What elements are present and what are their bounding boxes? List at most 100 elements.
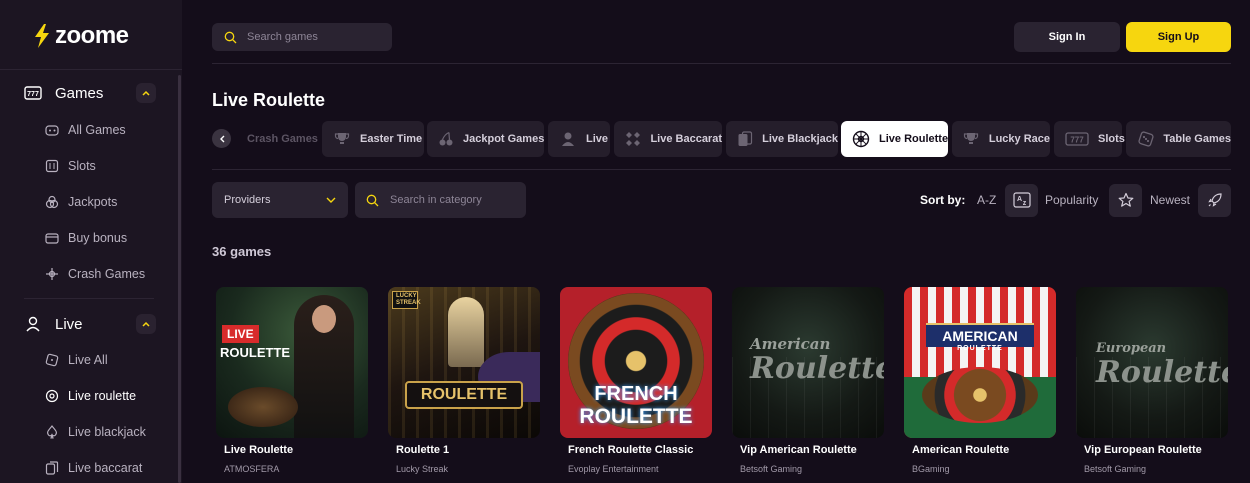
sidebar-section-live[interactable]: Live bbox=[24, 310, 156, 338]
rocket-icon bbox=[1207, 193, 1222, 207]
sidebar-item-live-baccarat[interactable]: Live baccarat bbox=[45, 458, 142, 478]
sidebar-item-label: Live All bbox=[68, 353, 108, 367]
category-tabs: Crash Games Easter Time Jackpot Games Li… bbox=[212, 121, 1231, 157]
sign-in-button[interactable]: Sign In bbox=[1014, 22, 1120, 52]
sidebar-item-live-blackjack[interactable]: Live blackjack bbox=[45, 422, 146, 442]
game-title[interactable]: American Roulette bbox=[912, 444, 1009, 456]
game-provider: BGaming bbox=[912, 464, 950, 474]
game-thumbnail[interactable]: American Roulette bbox=[732, 287, 884, 438]
tab-label: Live Baccarat bbox=[650, 133, 722, 145]
thumb-title: ROULETTE bbox=[957, 345, 1003, 352]
game-provider: Lucky Streak bbox=[396, 464, 449, 474]
tab-label: Easter Time bbox=[360, 133, 423, 145]
sidebar-item-label: Jackpots bbox=[68, 195, 118, 209]
thumb-title: ROULETTE bbox=[220, 345, 291, 360]
tab-easter-time[interactable]: Easter Time bbox=[322, 121, 424, 157]
sort-popularity-label[interactable]: Popularity bbox=[1045, 193, 1098, 207]
page-title: Live Roulette bbox=[212, 90, 326, 110]
sidebar-item-label: Live baccarat bbox=[68, 461, 143, 475]
sort-by-label-wrap: Sort by: bbox=[920, 183, 965, 217]
sort-az-label[interactable]: A-Z bbox=[977, 193, 996, 207]
tabs-prev-button[interactable] bbox=[212, 129, 231, 148]
tab-jackpot-games[interactable]: Jackpot Games bbox=[427, 121, 544, 157]
star-icon bbox=[1118, 192, 1133, 207]
chevron-up-icon[interactable] bbox=[136, 83, 156, 103]
game-thumbnail[interactable]: FRENCH ROULETTE bbox=[560, 287, 712, 438]
game-title[interactable]: Vip European Roulette bbox=[1084, 444, 1202, 456]
sort-az-wrap: A-Z bbox=[977, 183, 996, 217]
tab-table-games[interactable]: Table Games bbox=[1126, 121, 1231, 157]
game-title[interactable]: Live Roulette bbox=[224, 444, 293, 456]
sidebar-scrollbar[interactable] bbox=[178, 75, 181, 483]
game-provider: Betsoft Gaming bbox=[1084, 464, 1147, 474]
game-title[interactable]: Roulette 1 bbox=[396, 444, 449, 456]
roulette-icon bbox=[45, 389, 59, 403]
logo[interactable]: zoome bbox=[33, 22, 129, 50]
tab-live-baccarat[interactable]: Live Baccarat bbox=[614, 121, 722, 157]
sidebar-item-label: Crash Games bbox=[68, 267, 146, 281]
coins-icon bbox=[45, 195, 59, 209]
sort-popularity-button[interactable] bbox=[1109, 183, 1142, 217]
thumb-live-badge: LIVE bbox=[222, 325, 259, 343]
sidebar-item-crash-games[interactable]: Crash Games bbox=[45, 264, 145, 284]
logo-text: zoome bbox=[55, 22, 129, 49]
game-title[interactable]: Vip American Roulette bbox=[740, 444, 857, 456]
sidebar-item-live-roulette[interactable]: Live roulette bbox=[45, 386, 136, 406]
tab-crash-games[interactable]: Crash Games bbox=[236, 121, 330, 157]
game-title[interactable]: French Roulette Classic bbox=[568, 444, 693, 456]
sort-newest-button[interactable] bbox=[1198, 183, 1231, 217]
sidebar-item-live-all[interactable]: Live All bbox=[45, 350, 108, 370]
game-card[interactable]: FRENCH ROULETTE French Roulette Classic … bbox=[560, 287, 712, 474]
tab-live-blackjack[interactable]: Live Blackjack bbox=[726, 121, 838, 157]
sidebar-item-slots[interactable]: Slots bbox=[45, 156, 96, 176]
category-search[interactable]: Search in category bbox=[355, 182, 526, 218]
search-games[interactable]: Search games bbox=[212, 23, 392, 51]
thumb-title: ROULETTE bbox=[579, 405, 693, 428]
game-card[interactable]: AMERICAN ROULETTE American Roulette BGam… bbox=[904, 287, 1056, 474]
thumb-subtitle: European bbox=[1096, 341, 1167, 356]
svg-text:z: z bbox=[1022, 200, 1026, 207]
trophy-icon bbox=[963, 130, 980, 148]
diamonds-icon bbox=[625, 130, 641, 148]
sort-popularity-button-wrap bbox=[1109, 183, 1142, 217]
roulette-wheel-art bbox=[922, 367, 1038, 423]
category-search-input[interactable]: Search in category bbox=[390, 194, 482, 206]
tab-label: Table Games bbox=[1163, 133, 1231, 145]
tabs-divider bbox=[212, 169, 1231, 170]
game-card[interactable]: LIVE ROULETTE Live Roulette ATMOSFERA bbox=[216, 287, 368, 474]
slots-icon: 777 bbox=[24, 86, 42, 100]
svg-text:777: 777 bbox=[1070, 136, 1084, 145]
tab-live-roulette[interactable]: Live Roulette bbox=[841, 121, 948, 157]
slot-machine-icon bbox=[45, 159, 59, 173]
sort-popularity-wrap: Popularity bbox=[1045, 183, 1098, 217]
game-thumbnail[interactable]: LIVE ROULETTE bbox=[216, 287, 368, 438]
dealer-icon bbox=[559, 130, 577, 148]
sidebar-item-jackpots[interactable]: Jackpots bbox=[45, 192, 117, 212]
tab-slots[interactable]: 777 Slots bbox=[1054, 121, 1125, 157]
tab-lucky-race[interactable]: Lucky Race bbox=[952, 121, 1050, 157]
tab-live[interactable]: Live bbox=[548, 121, 610, 157]
game-thumbnail[interactable]: LUCKY STREAK ROULETTE bbox=[388, 287, 540, 438]
tab-label: Slots bbox=[1098, 133, 1125, 145]
gamepad-icon bbox=[45, 123, 59, 137]
chevron-up-icon[interactable] bbox=[136, 314, 156, 334]
thumb-subtitle: AMERICAN bbox=[926, 323, 1034, 347]
providers-dropdown[interactable]: Providers bbox=[212, 182, 348, 218]
game-thumbnail[interactable]: AMERICAN ROULETTE bbox=[904, 287, 1056, 438]
roulette-icon bbox=[852, 130, 870, 148]
search-input[interactable]: Search games bbox=[247, 31, 318, 43]
sort-az-button[interactable]: Az bbox=[1005, 183, 1038, 217]
sort-newest-label[interactable]: Newest bbox=[1150, 193, 1190, 207]
sidebar-section-label: Live bbox=[55, 315, 83, 333]
game-card[interactable]: European Roulette Vip European Roulette … bbox=[1076, 287, 1228, 474]
sidebar-section-games[interactable]: 777 Games bbox=[24, 79, 156, 107]
game-thumbnail[interactable]: European Roulette bbox=[1076, 287, 1228, 438]
sidebar-item-all-games[interactable]: All Games bbox=[45, 120, 126, 140]
game-card[interactable]: American Roulette Vip American Roulette … bbox=[732, 287, 884, 474]
thumb-title: Roulette bbox=[750, 351, 884, 386]
sidebar-item-buy-bonus[interactable]: Buy bonus bbox=[45, 228, 127, 248]
sign-up-button[interactable]: Sign Up bbox=[1126, 22, 1231, 52]
sidebar-divider bbox=[24, 298, 154, 299]
header-divider bbox=[212, 63, 1231, 64]
game-card[interactable]: LUCKY STREAK ROULETTE Roulette 1 Lucky S… bbox=[388, 287, 540, 474]
